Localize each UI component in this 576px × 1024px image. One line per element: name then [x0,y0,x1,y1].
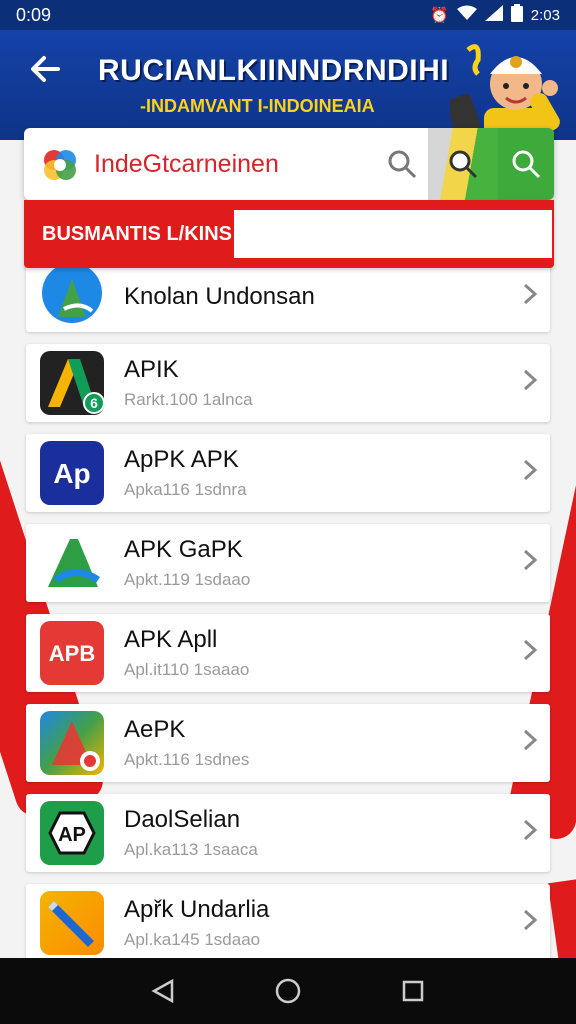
list-item[interactable]: AP DaolSelian Apl.ka113 1saaca [26,794,550,872]
app-icon [40,265,104,329]
alarm-icon: ⏰ [430,7,449,24]
list-item[interactable]: AePK Apkt.116 1sdnes [26,704,550,782]
triangle-back-icon[interactable] [143,971,183,1011]
app-icon: 6 [40,351,104,415]
system-nav-bar [0,958,576,1024]
arrow-left-icon[interactable] [28,52,62,95]
app-meta: Apkt.116 1sdnes [124,750,250,769]
app-name: Apřk Undarlia [124,896,270,923]
app-meta: Apka116 1sdnra [124,480,247,499]
chevron-right-icon [510,906,550,940]
signal-icon [484,5,503,25]
app-name: DaolSelian [124,806,241,833]
app-meta: Apkt.119 1sdaao [124,570,251,589]
chevron-right-icon [510,456,550,490]
search-icon[interactable] [428,128,498,200]
app-name: AePK [124,716,186,743]
app-name: APIK [124,356,179,383]
list-item[interactable]: Knolan Undonsan [26,262,550,332]
battery-icon [510,4,523,26]
search-input[interactable]: IndeGtcarneinen [94,150,376,179]
header-title: RUCIANLKIINNDRNDIHI [98,54,450,87]
svg-text:APB: APB [49,641,95,666]
app-logo-icon [40,144,80,184]
app-meta: Apl.ka145 1sdaao [124,930,261,949]
chevron-right-icon [510,280,550,314]
wifi-icon [456,5,477,25]
section-label: BUSMANTIS L/KINS [42,222,232,245]
chevron-right-icon [510,726,550,760]
search-bar[interactable]: IndeGtcarneinen [24,128,554,200]
status-clock-right: 2:03 [530,6,560,24]
svg-text:6: 6 [90,395,98,411]
chevron-right-icon [510,366,550,400]
app-icon [40,711,104,775]
app-name: ApPK APK [124,446,239,473]
section-input-field[interactable] [234,210,552,258]
list-item[interactable]: Apřk Undarlia Apl.ka145 1sdaao [26,884,550,962]
list-item[interactable]: Ap ApPK APK Apka116 1sdnra [26,434,550,512]
chevron-right-icon [510,636,550,670]
app-name: APK Apll [124,626,218,653]
chevron-right-icon [510,546,550,580]
app-icon: AP [40,801,104,865]
app-list: Knolan Undonsan 6 APIK Rarkt.100 1alnca … [26,262,550,974]
svg-text:AP: AP [58,824,86,846]
status-bar: 0:09 ⏰ 2:03 [0,0,576,30]
header-subtitle: -INDAMVANT I-INDOINEAIA [140,96,375,116]
app-icon: APB [40,621,104,685]
circle-home-icon[interactable] [268,971,308,1011]
app-name: Knolan Undonsan [124,283,315,310]
svg-text:Ap: Ap [53,458,90,489]
app-meta: Apl.ka113 1saaca [124,840,258,859]
app-icon [40,531,104,595]
section-header: BUSMANTIS L/KINS [24,200,554,268]
square-recents-icon[interactable] [393,971,433,1011]
app-icon [40,891,104,955]
chevron-right-icon [510,816,550,850]
list-item[interactable]: 6 APIK Rarkt.100 1alnca [26,344,550,422]
status-icons: ⏰ 2:03 [430,4,560,26]
app-meta: Rarkt.100 1alnca [124,390,253,409]
mascot-illustration [445,38,560,140]
app-meta: Apl.it110 1saaao [124,660,250,679]
app-header: RUCIANLKIINNDRNDIHI -INDAMVANT I-INDOINE… [0,30,576,140]
status-time: 0:09 [16,4,52,25]
list-item[interactable]: APB APK Apll Apl.it110 1saaao [26,614,550,692]
search-icon[interactable] [376,128,428,200]
app-name: APK GaPK [124,536,243,563]
app-icon: Ap [40,441,104,505]
search-icon[interactable] [498,128,554,200]
list-item[interactable]: APK GaPK Apkt.119 1sdaao [26,524,550,602]
